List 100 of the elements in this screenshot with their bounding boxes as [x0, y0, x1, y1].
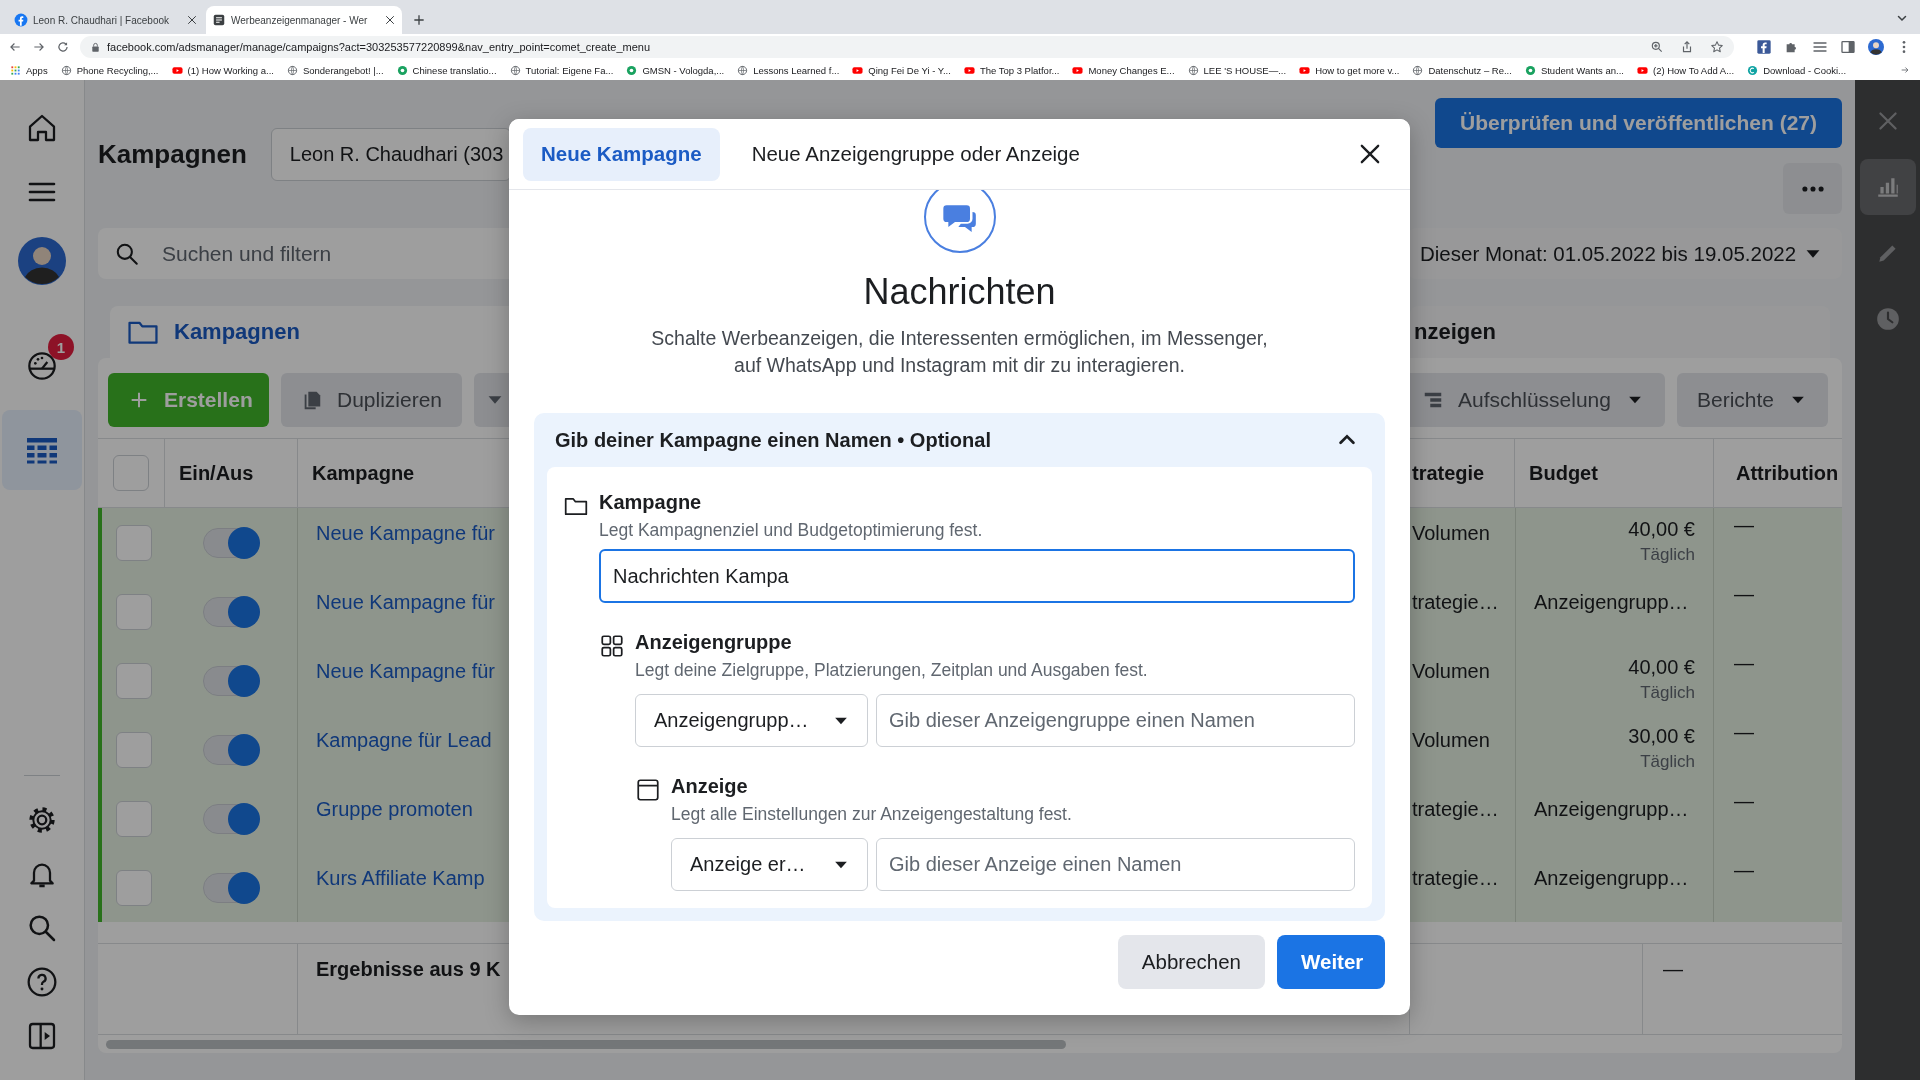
table-cell: Volumen — [1410, 715, 1515, 784]
avatar-icon[interactable] — [1868, 39, 1884, 55]
page-title: Kampagnen — [98, 139, 247, 170]
play-icon — [963, 64, 975, 76]
bookmark[interactable]: Money Changes E... — [1072, 64, 1175, 76]
back-icon[interactable] — [8, 40, 22, 54]
cancel-button[interactable]: Abbrechen — [1117, 935, 1265, 990]
globe-icon — [60, 64, 72, 76]
dialog-tab[interactable]: Neue Kampagne — [523, 127, 720, 181]
new-tab-icon[interactable] — [412, 13, 426, 27]
row-checkbox[interactable] — [115, 800, 152, 837]
circle-icon — [1524, 64, 1536, 76]
bookmark[interactable]: Sonderangebot! |... — [286, 64, 384, 76]
reports-button[interactable]: Berichte — [1676, 373, 1828, 427]
bookmark[interactable]: GMSN - Vologda,... — [626, 64, 725, 76]
toggle-switch[interactable] — [203, 527, 259, 558]
name-field[interactable]: Gib dieser Anzeigengruppe einen Namen — [876, 694, 1355, 748]
share-icon[interactable] — [1680, 40, 1694, 54]
browser-tab[interactable]: Werbeanzeigenmanager - Wer — [206, 6, 402, 34]
bookmark[interactable]: Datenschutz – Re... — [1412, 64, 1512, 76]
avatar-icon — [18, 237, 66, 285]
toggle-switch[interactable] — [203, 803, 259, 834]
tab-title: Leon R. Chaudhari | Facebook — [33, 14, 170, 26]
reload-icon[interactable] — [56, 40, 70, 54]
select-all-checkbox[interactable] — [113, 455, 149, 491]
clock-icon — [1874, 306, 1901, 332]
play-icon — [1072, 64, 1084, 76]
scrollbar-thumb[interactable] — [106, 1040, 1066, 1049]
bookmark[interactable]: Tutorial: Eigene Fa... — [509, 64, 614, 76]
facebook-icon[interactable] — [1756, 39, 1772, 55]
browser-tab[interactable]: Leon R. Chaudhari | Facebook — [8, 6, 204, 34]
campaign-link[interactable]: Gruppe promoten — [316, 798, 473, 821]
campaign-link[interactable]: Neue Kampagne für — [316, 522, 495, 545]
toggle-switch[interactable] — [203, 665, 259, 696]
circle-icon — [1747, 64, 1759, 76]
table-cell: Volumen — [1410, 508, 1515, 577]
name-field[interactable]: Gib dieser Anzeige einen Namen — [876, 838, 1355, 892]
level-label: Anzeige — [671, 775, 749, 799]
duplicate-button[interactable]: Duplizieren — [281, 373, 463, 427]
side-panel-item[interactable] — [1859, 159, 1916, 215]
dialog-tab[interactable]: Neue Anzeigengruppe oder Anzeige — [733, 127, 1098, 181]
bookmark[interactable]: Phone Recycling,... — [60, 64, 159, 76]
toggle-switch[interactable] — [203, 734, 259, 765]
row-checkbox[interactable] — [115, 869, 152, 906]
notification-badge: 1 — [48, 334, 74, 360]
campaign-link[interactable]: Neue Kampagne für — [316, 660, 495, 683]
bookmark[interactable]: How to get more v... — [1299, 64, 1400, 76]
campaign-link[interactable]: Kampagne für Lead — [316, 729, 492, 752]
close-icon[interactable] — [384, 14, 396, 26]
bookmark[interactable]: LEE 'S HOUSE—... — [1187, 64, 1287, 76]
level-dropdown[interactable]: Anzeigengrupp… — [635, 694, 868, 748]
search-icon — [26, 912, 58, 944]
zoom-icon[interactable] — [1650, 40, 1664, 54]
circle-icon — [396, 64, 408, 76]
side-panel-icon[interactable] — [1840, 39, 1856, 55]
campaign-link[interactable]: Neue Kampagne für — [316, 591, 495, 614]
next-button[interactable]: Weiter — [1277, 935, 1385, 990]
grid-icon — [599, 633, 625, 660]
table-cell: Volumen — [1410, 646, 1515, 715]
play-icon — [852, 64, 864, 76]
campaign-link[interactable]: Kurs Affiliate Kamp — [316, 867, 485, 890]
globe-icon — [737, 64, 749, 76]
row-checkbox[interactable] — [115, 662, 152, 699]
row-checkbox[interactable] — [115, 524, 152, 561]
name-field[interactable]: Nachrichten Kampa — [599, 549, 1355, 604]
toggle-switch[interactable] — [203, 872, 259, 903]
table-cell: — — [1714, 715, 1842, 784]
level-dropdown[interactable]: Anzeige er… — [671, 838, 868, 892]
bookmark[interactable]: Lessons Learned f... — [737, 64, 840, 76]
address-bar[interactable]: facebook.com/adsmanager/manage/campaigns?act=303253577220899&nav_entry_point=comet_create_menu — [80, 36, 1734, 58]
table-cell-text: — — [1662, 957, 1684, 982]
row-checkbox[interactable] — [115, 593, 152, 630]
bookmark[interactable]: Download - Cooki... — [1747, 64, 1847, 76]
bookmark[interactable]: The Top 3 Platfor... — [963, 64, 1060, 76]
level-description: Legt Kampagnenziel und Budgetoptimierung fest. — [599, 520, 984, 542]
settings-icon — [26, 804, 58, 836]
bookmark[interactable]: Chinese translatio... — [396, 64, 497, 76]
more-bookmarks-icon[interactable] — [1900, 65, 1910, 75]
more-icon — [1801, 185, 1824, 192]
globe-icon — [286, 64, 298, 76]
nav-item[interactable] — [2, 410, 82, 490]
level-description: Legt deine Zielgruppe, Platzierungen, Zeitplan und Ausgaben fest. — [635, 660, 1149, 682]
bookmark[interactable]: Apps — [10, 64, 48, 76]
bookmark[interactable]: (1) How Working a... — [171, 64, 274, 76]
url-text: facebook.com/adsmanager/manage/campaigns?act=303253577220899&nav_entry_point=comet_create_menu — [107, 41, 651, 53]
toggle-switch[interactable] — [203, 596, 259, 627]
close-icon[interactable] — [186, 14, 198, 26]
star-icon[interactable] — [1710, 40, 1724, 54]
bookmark[interactable]: (2) How To Add A... — [1636, 64, 1735, 76]
budget-amount: 40,00 € — [1628, 656, 1695, 679]
budget-amount: Anzeigengrupp… — [1534, 591, 1689, 614]
account-dropdown[interactable]: Leon R. Chaudhari (303 — [270, 128, 511, 181]
playlist-icon[interactable] — [1812, 39, 1828, 55]
row-checkbox[interactable] — [115, 731, 152, 768]
bookmark[interactable]: Qing Fei De Yi - Y... — [852, 64, 951, 76]
search-input[interactable]: Suchen und filtern — [160, 240, 502, 267]
bookmark[interactable]: Student Wants an... — [1524, 64, 1624, 76]
globe-icon — [509, 64, 521, 76]
globe-icon — [1187, 64, 1199, 76]
circle-icon — [626, 64, 638, 76]
